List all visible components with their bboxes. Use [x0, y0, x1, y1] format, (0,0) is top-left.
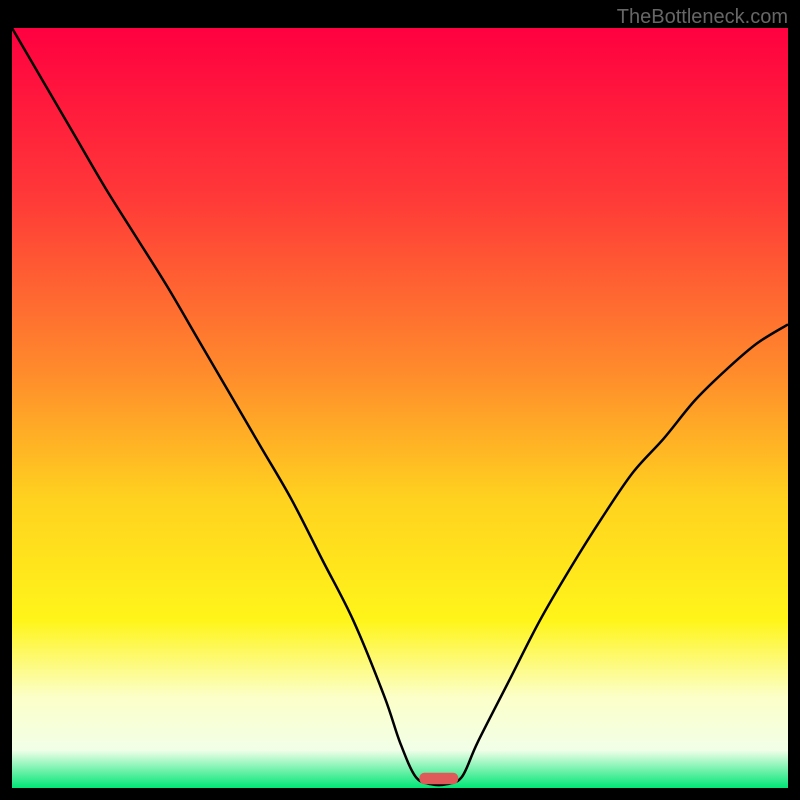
optimal-marker	[419, 773, 458, 784]
watermark: TheBottleneck.com	[617, 6, 788, 29]
chart-plot-area	[12, 28, 788, 788]
gradient-background	[12, 28, 788, 788]
